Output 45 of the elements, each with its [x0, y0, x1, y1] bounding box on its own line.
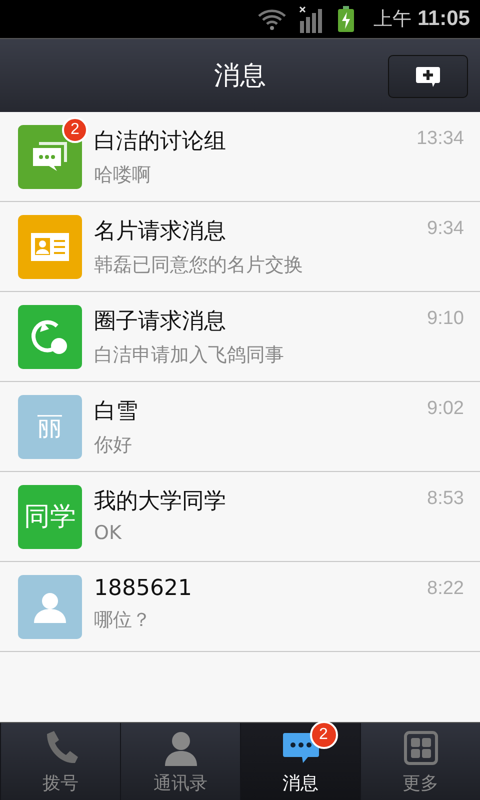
avatar-initials: 同学: [24, 501, 76, 534]
avatar-initials: 丽: [37, 411, 63, 444]
tab[interactable]: 更多: [360, 723, 480, 800]
grid-icon: [404, 730, 438, 764]
conversation-name: 圈子请求消息: [94, 308, 227, 336]
message-time: 8:53: [427, 487, 464, 510]
unread-badge: 2: [310, 720, 338, 748]
new-message-button[interactable]: [388, 55, 468, 98]
page-title: 消息: [214, 60, 266, 93]
tab[interactable]: 通讯录: [120, 723, 240, 800]
add-message-icon: [415, 64, 441, 88]
person-icon: [162, 730, 198, 766]
tab[interactable]: 2 消息: [240, 723, 360, 800]
conversation-name: 白雪: [94, 398, 139, 426]
conversation-item[interactable]: 1885621 哪位？ 8:22: [0, 562, 480, 652]
tab-label: 通讯录: [154, 772, 208, 794]
conversation-name: 1885621: [94, 576, 193, 601]
tab[interactable]: 拨号: [0, 723, 120, 800]
tab-label: 更多: [402, 772, 438, 794]
message-time: 13:34: [416, 127, 464, 150]
wifi-icon: [257, 7, 288, 31]
message-preview: OK: [94, 522, 123, 544]
conversation-item[interactable]: 2 白洁的讨论组 哈喽啊 13:34: [0, 112, 480, 202]
contact-card-icon: [30, 232, 70, 262]
status-time: 上午 11:05: [373, 6, 470, 32]
conversation-name: 名片请求消息: [94, 218, 227, 246]
unread-badge: 2: [62, 116, 88, 142]
message-time: 9:34: [427, 217, 464, 240]
message-preview: 哪位？: [94, 608, 152, 633]
message-preview: 你好: [94, 433, 133, 458]
message-time: 9:10: [427, 307, 464, 330]
conversation-item[interactable]: 圈子请求消息 白洁申请加入飞鸽同事 9:10: [0, 292, 480, 382]
battery-icon: [337, 6, 356, 32]
message-time: 9:02: [427, 397, 464, 420]
conversation-name: 白洁的讨论组: [94, 128, 227, 156]
tab-label: 消息: [282, 772, 318, 794]
message-time: 8:22: [427, 577, 464, 600]
conversation-item[interactable]: 名片请求消息 韩磊已同意您的名片交换 9:34: [0, 202, 480, 292]
message-preview: 哈喽啊: [94, 163, 152, 188]
conversation-name: 我的大学同学: [94, 488, 227, 516]
chat-bubble-icon: [282, 730, 320, 764]
message-preview: 白洁申请加入飞鸽同事: [94, 343, 285, 368]
message-preview: 韩磊已同意您的名片交换: [94, 253, 304, 278]
conversation-item[interactable]: 丽 白雪 你好 9:02: [0, 382, 480, 472]
tab-label: 拨号: [42, 772, 78, 794]
